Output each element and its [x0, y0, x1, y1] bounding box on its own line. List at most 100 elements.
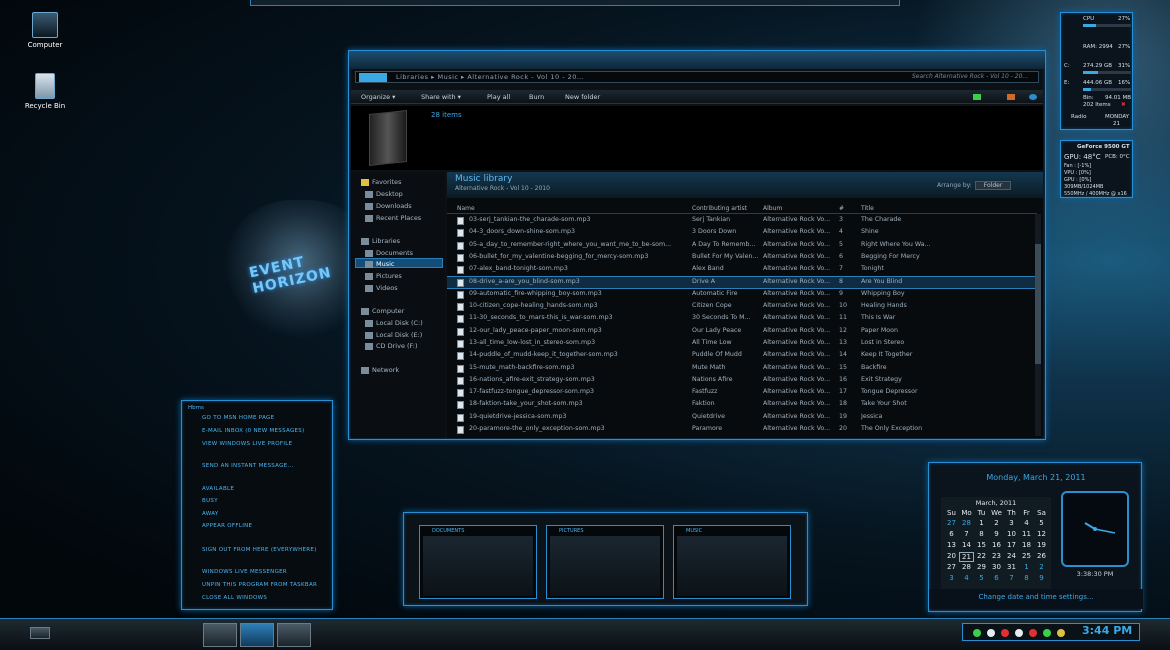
thumbnail-pictures[interactable]: Pictures — [546, 525, 664, 599]
volume-icon[interactable] — [1015, 629, 1023, 637]
empty-bin-icon[interactable]: ✖ — [1121, 102, 1126, 108]
column-album[interactable]: Album — [763, 205, 782, 212]
taskbar-messenger-button[interactable] — [240, 623, 274, 647]
preview-pane-icon[interactable] — [1007, 94, 1015, 100]
calendar-day[interactable]: 6 — [989, 574, 1004, 582]
calendar-day[interactable]: 16 — [989, 541, 1004, 549]
calendar-day[interactable]: 28 — [959, 563, 974, 571]
nav-libraries[interactable]: Libraries — [361, 237, 400, 245]
tray-icon-app[interactable] — [1043, 629, 1051, 637]
tray-icon-security[interactable] — [1001, 629, 1009, 637]
thumbnail-documents[interactable]: Documents — [419, 525, 537, 599]
nav-downloads[interactable]: Downloads — [365, 202, 412, 210]
column-number[interactable]: # — [839, 205, 844, 212]
table-row[interactable]: 05-a_day_to_remember-right_where_you_wan… — [447, 240, 1037, 252]
table-row[interactable]: 17-fastfuzz-tongue_depressor-som.mp3 Fast… — [447, 387, 1037, 399]
table-row[interactable]: 04-3_doors_down-shine-som.mp3 3 Doors Dow… — [447, 227, 1037, 239]
vertical-scrollbar[interactable] — [1035, 214, 1041, 436]
column-name[interactable]: Name — [457, 205, 475, 212]
calendar-day[interactable]: 29 — [974, 563, 989, 571]
change-date-time-link[interactable]: Change date and time settings... — [929, 589, 1143, 609]
calendar-day[interactable]: 26 — [1034, 552, 1049, 560]
table-row[interactable]: 12-our_lady_peace-paper_moon-som.mp3 Our … — [447, 326, 1037, 338]
month-title[interactable]: March, 2011 — [941, 499, 1051, 507]
jump-item-msn-home[interactable]: Go to MSN home page — [202, 415, 274, 421]
calendar-day[interactable]: 7 — [959, 530, 974, 538]
calendar-day[interactable]: 9 — [989, 530, 1004, 538]
nav-local-disk-e[interactable]: Local Disk (E:) — [365, 331, 422, 339]
calendar-date-header[interactable]: Monday, March 21, 2011 — [929, 473, 1143, 482]
calendar-day[interactable]: 12 — [1034, 530, 1049, 538]
column-artist[interactable]: Contributing artist — [692, 205, 747, 212]
table-row[interactable]: 19-quietdrive-jessica-som.mp3 Quietdrive A… — [447, 412, 1037, 424]
nav-pictures[interactable]: Pictures — [365, 272, 402, 280]
nav-favorites[interactable]: Favorites — [361, 178, 401, 186]
calendar-day[interactable]: 3 — [944, 574, 959, 582]
calendar-day[interactable]: 1 — [1019, 563, 1034, 571]
calendar-day[interactable]: 31 — [1004, 563, 1019, 571]
table-row[interactable]: 07-alex_band-tonight-som.mp3 Alex Band Alt… — [447, 264, 1037, 276]
jump-item-available[interactable]: Available — [202, 486, 234, 492]
table-row[interactable]: 03-serj_tankian-the_charade-som.mp3 Serj … — [447, 215, 1037, 227]
tray-icon-update[interactable] — [987, 629, 995, 637]
jump-item-away[interactable]: Away — [202, 511, 219, 517]
taskbar-paint-button[interactable] — [277, 623, 311, 647]
tray-icon-alert[interactable] — [1029, 629, 1037, 637]
radio-label[interactable]: Radio — [1071, 114, 1086, 120]
calendar-day[interactable]: 7 — [1004, 574, 1019, 582]
nav-computer[interactable]: Computer — [361, 307, 404, 315]
arrange-by-dropdown[interactable]: Folder — [974, 181, 1012, 190]
nav-documents[interactable]: Documents — [365, 249, 413, 257]
calendar-day[interactable]: 27 — [944, 563, 959, 571]
jump-item-appear-offline[interactable]: Appear offline — [202, 523, 252, 529]
calendar-day[interactable]: 2 — [1034, 563, 1049, 571]
scrollbar-thumb[interactable] — [1035, 244, 1041, 364]
calendar-day[interactable]: 4 — [959, 574, 974, 582]
calendar-day[interactable]: 6 — [944, 530, 959, 538]
nav-videos[interactable]: Videos — [365, 284, 398, 292]
calendar-day[interactable]: 23 — [989, 552, 1004, 560]
help-icon[interactable] — [1029, 94, 1037, 100]
calendar-day[interactable]: 24 — [1004, 552, 1019, 560]
calendar-day[interactable]: 3 — [1004, 519, 1019, 527]
desktop-icon-computer[interactable]: Computer — [15, 12, 75, 49]
jump-item-busy[interactable]: Busy — [202, 498, 218, 504]
jump-item-close-all[interactable]: Close all windows — [202, 595, 267, 601]
calendar-day[interactable]: 8 — [974, 530, 989, 538]
table-row[interactable]: 13-all_time_low-lost_in_stereo-som.mp3 Al… — [447, 338, 1037, 350]
table-row[interactable]: 06-bullet_for_my_valentine-begging_for_m… — [447, 252, 1037, 264]
address-bar[interactable]: Libraries ▸ Music ▸ Alternative Rock - V… — [355, 71, 1039, 83]
calendar-day[interactable]: 13 — [944, 541, 959, 549]
calendar-day[interactable]: 18 — [1019, 541, 1034, 549]
calendar-day[interactable]: 8 — [1019, 574, 1034, 582]
table-row[interactable]: 10-citizen_cope-healing_hands-som.mp3 Cit… — [447, 301, 1037, 313]
table-row[interactable]: 08-drive_a-are_you_blind-som.mp3 Drive A A… — [447, 276, 1037, 289]
new-folder-button[interactable]: New folder — [565, 93, 600, 101]
table-row[interactable]: 11-30_seconds_to_mars-this_is_war-som.mp… — [447, 313, 1037, 325]
gpu-monitor-gadget[interactable]: GeForce 9500 GT GPU: 48°C PCB: 0°C Fan :… — [1060, 140, 1133, 198]
cpu-meter-gadget[interactable]: CPU 27% RAM: 2994 27% C: 274.29 GB 31% E… — [1060, 12, 1133, 130]
calendar-day[interactable]: 1 — [974, 519, 989, 527]
nav-recent-places[interactable]: Recent Places — [365, 214, 421, 222]
calendar-day[interactable]: 21 — [959, 552, 974, 562]
jump-item-view-profile[interactable]: View Windows Live profile — [202, 441, 292, 447]
thumbnail-music[interactable]: Music — [673, 525, 791, 599]
calendar-day[interactable]: 20 — [944, 552, 959, 560]
table-row[interactable]: 15-mute_math-backfire-som.mp3 Mute Math Al… — [447, 363, 1037, 375]
calendar-day[interactable]: 28 — [959, 519, 974, 527]
calendar-day[interactable]: 15 — [974, 541, 989, 549]
table-row[interactable]: 09-automatic_fire-whipping_boy-som.mp3 Au… — [447, 289, 1037, 301]
play-all-button[interactable]: Play all — [487, 93, 510, 101]
jump-item-open-messenger[interactable]: Windows Live Messenger — [202, 569, 287, 575]
taskbar-explorer-button[interactable] — [203, 623, 237, 647]
jump-item-send-message[interactable]: Send an instant message... — [202, 463, 294, 469]
share-with-button[interactable]: Share with ▾ — [421, 93, 461, 101]
calendar-day[interactable]: 27 — [944, 519, 959, 527]
nav-music[interactable]: Music — [365, 260, 395, 268]
calendar-day[interactable]: 19 — [1034, 541, 1049, 549]
burn-button[interactable]: Burn — [529, 93, 544, 101]
calendar-day[interactable]: 17 — [1004, 541, 1019, 549]
search-input[interactable]: Search Alternative Rock - Vol 10 - 20… — [912, 73, 1052, 81]
calendar-day[interactable]: 10 — [1004, 530, 1019, 538]
views-icon[interactable] — [973, 94, 981, 100]
